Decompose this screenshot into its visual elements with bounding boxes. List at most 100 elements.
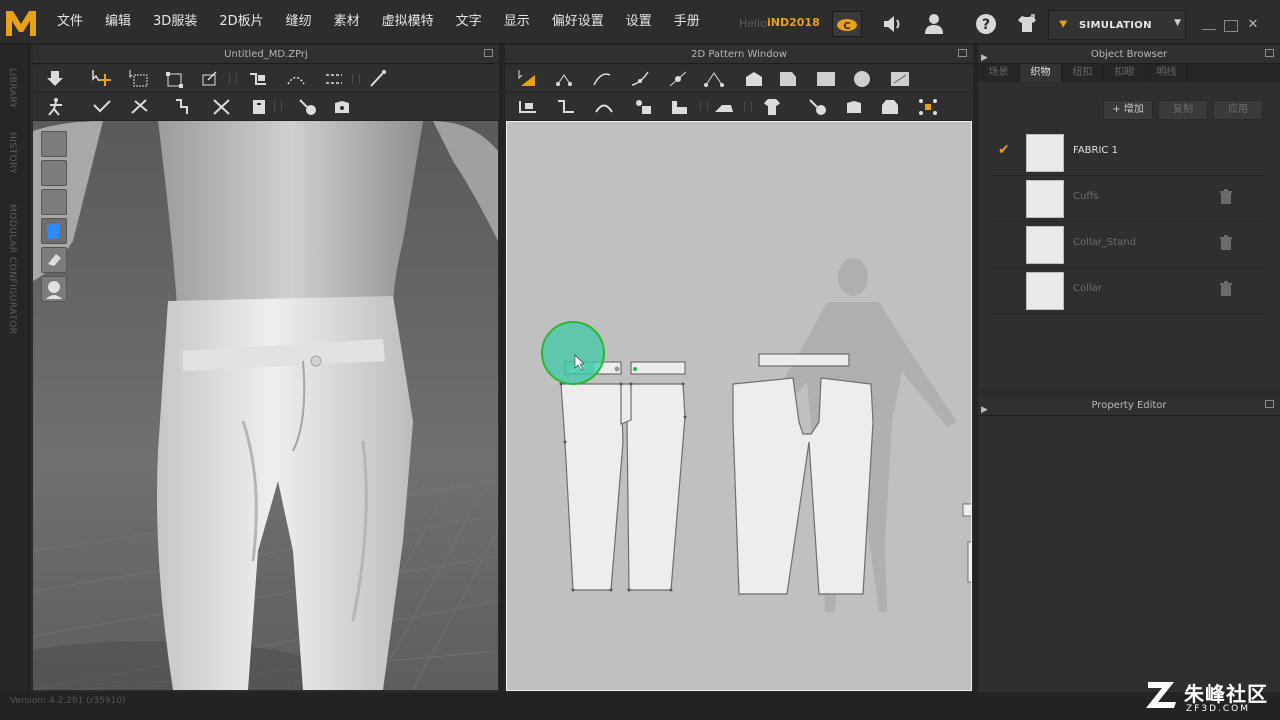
segment-line-icon[interactable] (703, 69, 725, 89)
edit-sewing-2d-icon[interactable] (593, 97, 615, 117)
menu-sewing[interactable]: 缝纫 (275, 0, 323, 44)
drop-down-arrow-tool-icon[interactable] (44, 69, 66, 89)
dropdown-arrow-icon[interactable]: ▼ (1174, 18, 1181, 28)
free-sewing-2d-icon[interactable] (555, 97, 577, 117)
internal-polygon-icon[interactable] (777, 69, 799, 89)
sew-pin-icon[interactable] (669, 97, 691, 117)
apply-fabric-button[interactable]: 应用 (1213, 100, 1263, 120)
curve-point-icon[interactable] (629, 69, 651, 89)
avatar-head-icon[interactable] (41, 276, 67, 302)
tab-topstitch[interactable]: 明线 (1146, 64, 1188, 82)
arrangement-tool-icon[interactable] (173, 97, 195, 117)
fabric-list-item[interactable]: Collar (992, 268, 1264, 314)
menu-file[interactable]: 文件 (46, 0, 94, 44)
popout-icon[interactable] (484, 49, 493, 57)
side-tab-library[interactable]: LIBRARY (7, 68, 17, 109)
button-2d-icon[interactable] (807, 97, 829, 117)
free-sewing-icon[interactable] (323, 69, 345, 89)
popout-icon[interactable] (1265, 400, 1274, 408)
buttonhole-tool-icon[interactable] (331, 97, 353, 117)
select-move-tool-icon[interactable] (91, 69, 113, 89)
menu-settings[interactable]: 设置 (615, 0, 663, 44)
transform-tool-icon[interactable] (164, 69, 186, 89)
check-sewing-icon[interactable] (633, 97, 655, 117)
collapse-arrow-icon[interactable]: ▶ (981, 401, 988, 420)
tab-button[interactable]: 纽扣 (1062, 64, 1104, 82)
edit-curvature-icon[interactable] (591, 69, 613, 89)
avatar-pose-icon[interactable] (44, 97, 66, 117)
minimize-icon[interactable] (1202, 24, 1216, 30)
user-icon[interactable] (919, 11, 949, 37)
tab-buttonhole[interactable]: 扣眼 (1104, 64, 1146, 82)
back-pants-pattern[interactable] (732, 353, 874, 595)
edit-point-icon[interactable] (553, 69, 575, 89)
texture-mode-icon[interactable] (41, 218, 67, 244)
menu-text[interactable]: 文字 (445, 0, 493, 44)
eraser-icon[interactable] (41, 247, 67, 273)
md-logo-icon[interactable] (3, 6, 39, 40)
menu-preferences[interactable]: 偏好设置 (541, 0, 615, 44)
fabric-swatch[interactable] (1026, 272, 1064, 310)
pattern-2d-window[interactable] (506, 121, 972, 691)
clo-cloud-icon[interactable]: C (832, 11, 862, 37)
show-pattern-icon[interactable] (41, 189, 67, 215)
segment-sewing-icon[interactable] (285, 69, 307, 89)
fabric-fit-icon[interactable] (248, 97, 270, 117)
buttonhole-2d-icon[interactable] (843, 97, 865, 117)
side-tab-modular-configurator[interactable]: MODULAR CONFIGURATOR (7, 204, 17, 335)
front-pants-pattern[interactable] (560, 361, 686, 591)
polygon-pattern-icon[interactable] (743, 69, 765, 89)
menu-edit[interactable]: 编辑 (94, 0, 142, 44)
menu-display[interactable]: 显示 (493, 0, 541, 44)
button-tool-icon[interactable] (297, 97, 319, 117)
garment-tshirt-icon[interactable] (1012, 11, 1042, 37)
fabric-list-item[interactable]: Cuffs (992, 176, 1264, 222)
show-avatar-icon[interactable] (41, 131, 67, 157)
add-point-icon[interactable] (667, 69, 689, 89)
topstitch-icon[interactable] (879, 97, 901, 117)
menu-manual[interactable]: 手册 (663, 0, 711, 44)
help-icon[interactable]: ? (971, 11, 1001, 37)
maximize-icon[interactable] (1224, 20, 1238, 32)
tab-fabric[interactable]: 织物 (1020, 64, 1062, 82)
menu-3d-garment[interactable]: 3D服装 (142, 0, 208, 44)
sewing-handle[interactable] (633, 367, 637, 371)
speaker-icon[interactable] (877, 11, 907, 37)
pane-divider[interactable] (499, 44, 505, 692)
pattern-grade-icon[interactable] (917, 97, 939, 117)
fold-tool-icon[interactable] (199, 69, 221, 89)
fabric-swatch[interactable] (1026, 180, 1064, 218)
popout-icon[interactable] (1265, 49, 1274, 57)
add-fabric-button[interactable]: + 增加 (1103, 100, 1153, 120)
viewport-3d[interactable] (33, 121, 498, 690)
fabric-swatch[interactable] (1026, 134, 1064, 172)
trash-icon[interactable] (1219, 235, 1233, 251)
popout-icon[interactable] (958, 49, 967, 57)
shirt-tool-icon[interactable] (761, 97, 783, 117)
trace-pattern-icon[interactable] (889, 69, 911, 89)
show-garment-icon[interactable] (41, 160, 67, 186)
sewing-tool-icon[interactable] (247, 69, 269, 89)
scissor-tool-icon[interactable] (211, 97, 233, 117)
measure-tool-icon[interactable] (129, 97, 151, 117)
close-icon[interactable]: ✕ (1246, 18, 1260, 32)
simulation-button[interactable]: ⯆ SIMULATION ▼ (1048, 10, 1186, 40)
pin-tool-icon[interactable] (367, 69, 389, 89)
rectangle-pattern-icon[interactable] (815, 69, 837, 89)
side-tab-history[interactable]: HISTORY (7, 132, 17, 174)
fabric-swatch[interactable] (1026, 226, 1064, 264)
menu-avatar[interactable]: 虚拟模特 (371, 0, 445, 44)
fabric-list-item[interactable]: ✔ FABRIC 1 (992, 130, 1264, 176)
tack-tool-icon[interactable] (91, 97, 113, 117)
box-select-tool-icon[interactable] (129, 69, 151, 89)
tab-scene[interactable]: 场景 (978, 64, 1020, 82)
segment-sewing-2d-icon[interactable] (517, 97, 539, 117)
iron-tool-icon[interactable] (713, 97, 735, 117)
menu-2d-pattern[interactable]: 2D板片 (208, 0, 274, 44)
transform-pattern-icon[interactable] (517, 69, 539, 89)
user-name[interactable]: iND2018 (767, 16, 820, 29)
circle-pattern-icon[interactable] (851, 69, 873, 89)
menu-materials[interactable]: 素材 (323, 0, 371, 44)
copy-fabric-button[interactable]: 复制 (1158, 100, 1208, 120)
trash-icon[interactable] (1219, 189, 1233, 205)
